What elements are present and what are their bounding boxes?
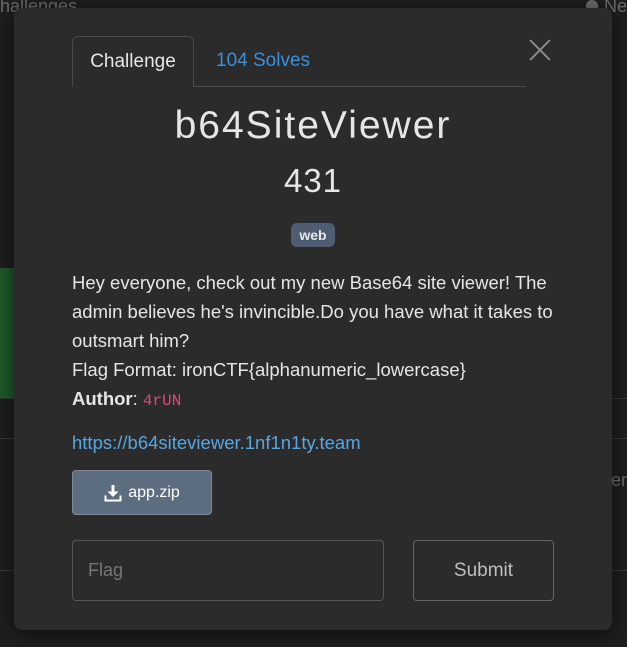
flag-format-text: Flag Format: ironCTF{alphanumeric_lowerc… (72, 359, 466, 380)
flag-input[interactable] (72, 540, 384, 601)
tab-solves[interactable]: 104 Solves (216, 36, 310, 85)
author-label: Author (72, 388, 133, 409)
challenge-tags: web (14, 223, 612, 247)
background-text-fragment: er (611, 470, 627, 490)
challenge-description: Hey everyone, check out my new Base64 si… (72, 268, 562, 416)
challenge-modal: Challenge 104 Solves b64SiteViewer 431 w… (14, 8, 612, 630)
download-file-button[interactable]: app.zip (72, 470, 212, 515)
background-solved-card (0, 268, 14, 398)
author-line: Author: 4rUN (72, 384, 562, 416)
submit-button[interactable]: Submit (413, 540, 554, 601)
challenge-points: 431 (283, 162, 343, 199)
download-file-label: app.zip (128, 483, 180, 501)
tab-challenge[interactable]: Challenge (72, 36, 194, 87)
challenge-title: b64SiteViewer (174, 104, 452, 147)
author-name: 4rUN (142, 392, 182, 410)
author-separator: : (132, 388, 143, 409)
close-icon[interactable] (528, 38, 552, 62)
description-text: Hey everyone, check out my new Base64 si… (72, 272, 553, 351)
download-icon (104, 484, 122, 501)
challenge-url-link[interactable]: https://b64siteviewer.1nf1n1ty.team (72, 432, 361, 454)
modal-tabs: Challenge 104 Solves (72, 36, 526, 87)
category-badge: web (291, 223, 335, 247)
